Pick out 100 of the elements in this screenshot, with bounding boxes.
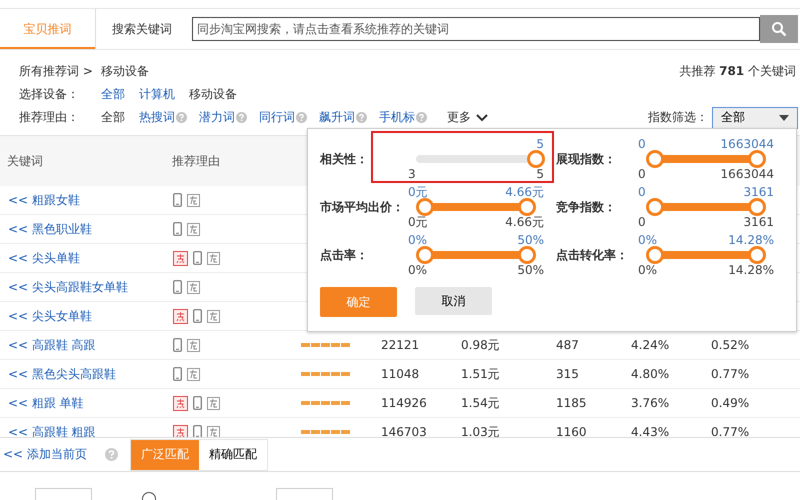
slider-value: 0 <box>638 138 646 150</box>
slider-handle[interactable] <box>416 198 434 216</box>
slider-label: 相关性： <box>320 150 369 168</box>
tag-icon <box>187 280 200 294</box>
table-cell-text: 11048 <box>381 367 420 381</box>
keyword-link[interactable]: << 粗跟女鞋 <box>0 192 173 208</box>
slider-handle[interactable] <box>646 198 664 216</box>
slider-handle[interactable] <box>518 246 536 264</box>
table-cell-text: 114926 <box>381 396 428 410</box>
help-icon[interactable] <box>356 112 367 123</box>
mobile-icon <box>173 193 182 207</box>
slider-value: 4.66元 <box>505 186 544 198</box>
help-icon[interactable] <box>176 112 187 123</box>
more-toggle[interactable]: 更多 <box>447 109 488 126</box>
slider-label: 市场平均出价： <box>320 198 405 216</box>
search-field[interactable]: 同步淘宝网搜索，请点击查看系统推荐的关键词 <box>192 17 760 41</box>
caret-icon <box>779 114 789 120</box>
search-icon <box>771 21 787 37</box>
device-option[interactable]: 全部 <box>101 86 125 103</box>
table-cell-text: 0.98元 <box>461 336 501 354</box>
index-dropdown[interactable]: 全部 <box>712 106 798 128</box>
slider-value: 0 <box>638 186 646 198</box>
reason-option[interactable]: 全部 <box>101 109 125 126</box>
table-cell-text: 3.76% <box>631 396 670 410</box>
slider-value: 1663044 <box>720 138 774 150</box>
slider-min: 0元 <box>408 216 428 228</box>
table-cell-text: 1.54元 <box>461 394 501 412</box>
reason-option[interactable]: 热搜词 <box>139 109 175 126</box>
reason-option[interactable]: 同行词 <box>259 109 295 126</box>
cancel-button[interactable]: 取消 <box>415 287 492 315</box>
slider-max: 5 <box>536 168 544 180</box>
slider-handle[interactable] <box>518 198 536 216</box>
table-cell: 0.52% <box>711 338 750 352</box>
device-option[interactable]: 计算机 <box>139 86 175 103</box>
table-cell-text: 1.51元 <box>461 366 501 382</box>
search-button[interactable] <box>760 15 798 43</box>
slider-handle[interactable] <box>748 198 766 216</box>
mobile-icon <box>193 396 202 410</box>
help-icon[interactable] <box>236 112 247 123</box>
table-cell-text: 487 <box>556 338 580 352</box>
mobile-icon <box>193 251 202 265</box>
mobile-icon <box>173 280 182 294</box>
keyword-link[interactable]: << 尖头高跟鞋女单鞋 <box>0 278 173 296</box>
slider-value: 14.28% <box>728 234 774 246</box>
tag-icon <box>187 338 200 352</box>
keyword-link[interactable]: << 高跟鞋 高跟 <box>0 336 173 354</box>
reason-option[interactable]: 飙升词 <box>319 109 355 126</box>
table-cell-text: 1160 <box>556 425 588 439</box>
slider-max: 3161 <box>743 216 774 228</box>
slider-min: 0% <box>638 264 658 276</box>
table-cell-text: 4.24% <box>631 338 670 352</box>
tag-icon <box>187 222 200 236</box>
table-cell-text: 146703 <box>381 425 428 439</box>
keyword-link[interactable]: << 尖头单鞋 <box>0 250 173 266</box>
add-page-link[interactable]: << 添加当前页 <box>3 446 87 463</box>
keyword-link[interactable]: << 黑色职业鞋 <box>0 220 173 238</box>
tag-icon <box>207 252 220 264</box>
breadcrumb-item[interactable]: 所有推荐词 > <box>19 63 93 80</box>
slider-max: 4.66元 <box>505 216 544 228</box>
slider-min: 0 <box>638 168 646 180</box>
slider-min: 0 <box>638 216 646 228</box>
help-icon[interactable] <box>296 112 307 123</box>
help-icon[interactable] <box>104 448 118 461</box>
keyword-link[interactable]: << 高跟鞋 粗跟 <box>0 424 173 440</box>
slider-value: 0元 <box>408 186 428 198</box>
help-icon[interactable] <box>416 112 427 123</box>
slider-handle[interactable] <box>646 246 664 264</box>
filter-label: 指数筛选： <box>648 109 708 126</box>
slider-min: 0% <box>408 264 428 276</box>
table-cell-text: 1185 <box>556 396 588 410</box>
slider-handle[interactable] <box>646 150 664 168</box>
slider-value: 50% <box>517 234 544 246</box>
mobile-icon <box>193 425 202 439</box>
slider-handle[interactable] <box>416 246 434 264</box>
slider-label: 点击率： <box>320 246 369 264</box>
reason-option[interactable]: 潜力词 <box>199 109 235 126</box>
slider-value: 3161 <box>743 186 774 198</box>
keyword-link[interactable]: << 黑色尖头高跟鞋 <box>0 366 173 382</box>
column-header: 关键词 <box>6 152 44 170</box>
slider-value: 5 <box>536 138 544 150</box>
table-cell-text: 4.43% <box>631 425 670 439</box>
tag-icon <box>187 194 200 206</box>
filter-label: 推荐理由： <box>19 109 80 126</box>
table-cell-text: 315 <box>556 367 580 381</box>
device-option[interactable]: 移动设备 <box>189 86 237 103</box>
slider-handle[interactable] <box>527 150 545 168</box>
table-cell-text: 4.80% <box>631 367 670 381</box>
slider-label: 展现指数： <box>556 150 617 168</box>
slider-value: 0% <box>408 234 428 246</box>
slider-handle[interactable] <box>748 246 766 264</box>
slider-min: 3 <box>408 168 416 180</box>
tag-icon <box>207 396 220 410</box>
tag-icon <box>187 368 200 380</box>
breadcrumb-item: 移动设备 <box>100 63 149 80</box>
mobile-icon <box>193 309 202 323</box>
table-cell: 0.77% <box>711 425 750 439</box>
keyword-link[interactable]: << 粗跟 单鞋 <box>0 394 173 412</box>
slider-handle[interactable] <box>748 150 766 168</box>
keyword-link[interactable]: << 尖头女单鞋 <box>0 308 173 324</box>
reason-option[interactable]: 手机标 <box>379 109 415 126</box>
